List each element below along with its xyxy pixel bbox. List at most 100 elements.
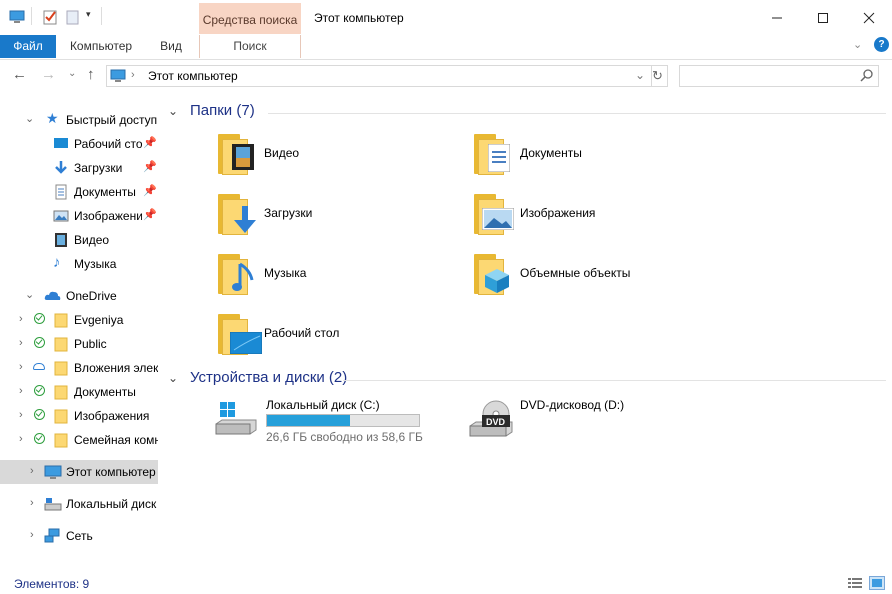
folder-tile-documents[interactable]: Документы — [474, 134, 714, 186]
search-tools-context-label: Средства поиска — [199, 3, 301, 34]
address-bar[interactable]: › Этот компьютер ⌄ — [106, 65, 652, 87]
content-area: ⌄ Папки (7) Видео Документы Загрузки Изо… — [160, 92, 892, 572]
chevron-right-icon[interactable]: › — [19, 409, 23, 421]
nav-item-onedrive-folder[interactable]: › Изображения — [0, 405, 158, 427]
tab-computer[interactable]: Компьютер — [62, 35, 140, 58]
folder-name: Документы — [520, 146, 582, 160]
this-pc-icon[interactable] — [9, 9, 25, 25]
pin-icon: 📌 — [143, 161, 157, 173]
nav-local-disk[interactable]: › Локальный диск (C:) — [0, 493, 158, 515]
group-header-folders[interactable]: ⌄ Папки (7) — [168, 102, 886, 124]
local-disk-icon — [44, 496, 62, 512]
chevron-down-icon[interactable]: ⌄ — [168, 371, 178, 385]
nav-item-onedrive-folder[interactable]: › Документы — [0, 381, 158, 403]
nav-label: Изображения — [74, 409, 150, 423]
help-icon[interactable]: ? — [874, 37, 889, 52]
nav-network[interactable]: › Сеть — [0, 525, 158, 547]
tab-file[interactable]: Файл — [0, 35, 56, 58]
forward-arrow-icon[interactable]: → — [41, 66, 56, 83]
synced-status-icon — [34, 385, 45, 396]
download-arrow-icon — [232, 206, 258, 237]
nav-item-video[interactable]: Видео — [0, 229, 158, 251]
address-dropdown-icon[interactable]: ⌄ — [635, 68, 645, 82]
folder-tile-pictures[interactable]: Изображения — [474, 194, 714, 246]
drive-tile-dvd[interactable]: DVD DVD-дисковод (D:) — [468, 398, 728, 454]
group-divider — [343, 380, 886, 381]
chevron-right-icon[interactable]: › — [19, 433, 23, 445]
recent-locations-icon[interactable]: ⌄ — [68, 68, 76, 79]
close-button[interactable] — [846, 0, 892, 35]
folder-icon — [53, 360, 69, 376]
folder-tile-downloads[interactable]: Загрузки — [218, 194, 458, 246]
nav-label: Музыка — [74, 257, 117, 271]
back-arrow-icon[interactable]: ← — [12, 66, 27, 83]
chevron-down-icon[interactable]: ⌄ — [25, 288, 34, 301]
chevron-down-icon[interactable]: ⌄ — [168, 104, 178, 118]
windows-drive-icon — [214, 400, 258, 443]
ribbon-expand-icon[interactable]: ⌄ — [853, 38, 862, 51]
drive-tile-local-disk[interactable]: Локальный диск (C:) 26,6 ГБ свободно из … — [214, 398, 474, 454]
chevron-down-icon[interactable]: ⌄ — [25, 112, 34, 125]
folder-name: Загрузки — [264, 206, 313, 220]
tab-view[interactable]: Вид — [150, 35, 192, 58]
customize-toolbar-icon[interactable]: ▾ — [86, 9, 102, 25]
ribbon-tabs: Файл Компьютер Вид Поиск ⌄ ? — [0, 35, 892, 60]
synced-status-icon — [34, 433, 45, 444]
large-icons-view-icon[interactable] — [869, 576, 885, 590]
chevron-right-icon[interactable]: › — [19, 337, 23, 349]
chevron-right-icon[interactable]: › — [19, 361, 23, 373]
chevron-right-icon[interactable]: › — [30, 465, 34, 477]
refresh-button[interactable]: ↻ — [648, 65, 668, 87]
new-folder-icon[interactable] — [65, 9, 81, 25]
nav-label: Загрузки — [74, 161, 123, 175]
nav-label: Рабочий стол — [74, 137, 142, 151]
pin-icon: 📌 — [143, 137, 157, 149]
folder-tile-music[interactable]: Музыка — [218, 254, 458, 306]
nav-label: Видео — [74, 233, 110, 247]
nav-item-desktop[interactable]: Рабочий стол 📌 — [0, 133, 158, 155]
folder-tile-desktop[interactable]: Рабочий стол — [218, 314, 458, 366]
group-divider — [268, 113, 886, 114]
pane-divider[interactable] — [158, 92, 159, 572]
folder-icon — [53, 312, 69, 328]
nav-this-pc[interactable]: › Этот компьютер — [0, 460, 158, 484]
title-bar: ▾ Средства поиска Этот компьютер — [0, 0, 892, 35]
folder-icon — [53, 336, 69, 352]
cloud-only-status-icon — [33, 363, 45, 370]
nav-item-onedrive-folder[interactable]: › Семейная комната — [0, 429, 158, 451]
nav-item-onedrive-folder[interactable]: › Evgeniya — [0, 309, 158, 331]
nav-onedrive[interactable]: ⌄ OneDrive — [0, 285, 158, 307]
chevron-right-icon[interactable]: › — [19, 313, 23, 325]
chevron-right-icon[interactable]: › — [30, 497, 34, 509]
tab-search[interactable]: Поиск — [199, 35, 301, 58]
dvd-badge: DVD — [486, 417, 506, 427]
pictures-icon — [53, 208, 69, 224]
group-header-devices[interactable]: ⌄ Устройства и диски (2) — [168, 369, 886, 391]
folder-tile-3d-objects[interactable]: Объемные объекты — [474, 254, 714, 306]
nav-item-downloads[interactable]: Загрузки 📌 — [0, 157, 158, 179]
nav-item-music[interactable]: ♪ Музыка — [0, 253, 158, 275]
breadcrumb-chevron-icon[interactable]: › — [131, 69, 135, 81]
pin-icon: 📌 — [143, 185, 157, 197]
nav-item-onedrive-folder[interactable]: › Вложения электронной почты — [0, 357, 158, 379]
folder-icon — [53, 408, 69, 424]
chevron-right-icon[interactable]: › — [19, 385, 23, 397]
synced-status-icon — [34, 409, 45, 420]
search-input[interactable] — [679, 65, 879, 87]
nav-item-documents[interactable]: Документы 📌 — [0, 181, 158, 203]
minimize-button[interactable] — [754, 0, 800, 35]
maximize-button[interactable] — [800, 0, 846, 35]
nav-item-pictures[interactable]: Изображения 📌 — [0, 205, 158, 227]
nav-quick-access[interactable]: ⌄ ★ Быстрый доступ — [0, 109, 158, 131]
status-bar: Элементов: 9 — [0, 572, 892, 594]
details-view-icon[interactable] — [847, 576, 863, 590]
folder-tile-video[interactable]: Видео — [218, 134, 458, 186]
items-count: Элементов: 9 — [14, 577, 90, 591]
nav-label: Изображения — [74, 209, 142, 223]
properties-icon[interactable] — [42, 9, 58, 25]
toolbar-separator — [101, 7, 102, 25]
toolbar-separator — [31, 7, 32, 25]
chevron-right-icon[interactable]: › — [30, 529, 34, 541]
up-arrow-icon[interactable]: ↑ — [87, 66, 95, 83]
nav-item-onedrive-folder[interactable]: › Public — [0, 333, 158, 355]
